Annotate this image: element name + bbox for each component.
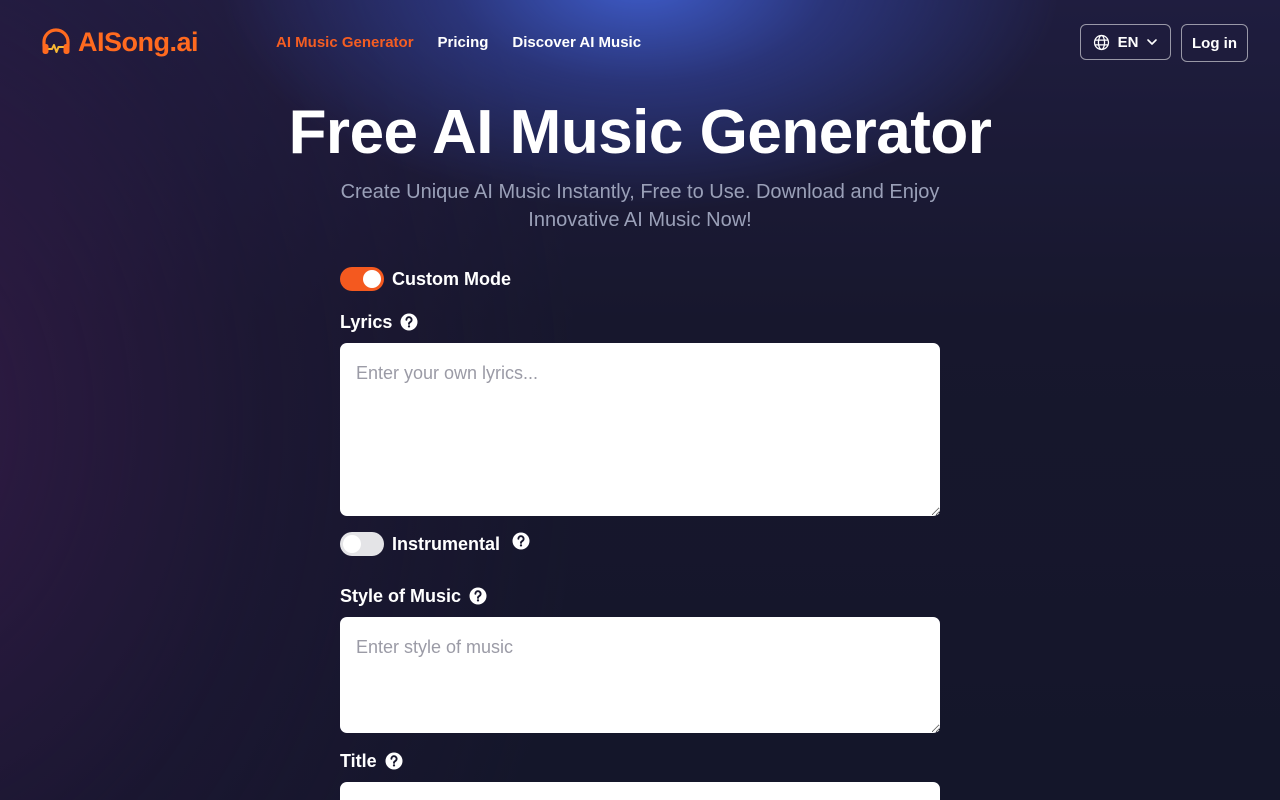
language-selector[interactable]: EN (1080, 24, 1171, 60)
help-icon[interactable] (385, 752, 403, 770)
title-input[interactable] (340, 782, 940, 800)
title-label-row: Title (340, 749, 403, 773)
globe-icon (1093, 34, 1109, 50)
music-generator-form: Custom Mode Lyrics Instrumental Style of… (340, 266, 940, 800)
style-input[interactable] (340, 617, 940, 733)
help-icon[interactable] (512, 532, 530, 550)
lyrics-input[interactable] (340, 343, 940, 516)
help-icon[interactable] (400, 313, 418, 331)
language-label: EN (1117, 33, 1139, 51)
style-label-row: Style of Music (340, 584, 487, 608)
nav-item-pricing[interactable]: Pricing (438, 34, 489, 51)
toggle-knob (363, 270, 381, 288)
brand-logo[interactable]: AISong.ai (40, 24, 199, 60)
chevron-down-icon (1147, 39, 1158, 45)
nav-item-ai-music-generator[interactable]: AI Music Generator (276, 34, 414, 51)
custom-mode-toggle[interactable] (340, 267, 384, 291)
brand-name: AISong.ai (78, 26, 199, 57)
lyrics-label-row: Lyrics (340, 310, 418, 334)
lyrics-label: Lyrics (340, 311, 393, 332)
instrumental-row: Instrumental (340, 531, 530, 557)
custom-mode-row: Custom Mode (340, 266, 940, 292)
site-header: AISong.ai AI Music Generator Pricing Dis… (0, 0, 1280, 86)
page-title: Free AI Music Generator (288, 98, 992, 167)
custom-mode-label: Custom Mode (392, 268, 511, 289)
login-button[interactable]: Log in (1181, 24, 1248, 62)
page-subtitle: Create Unique AI Music Instantly, Free t… (340, 181, 940, 231)
title-label: Title (340, 750, 377, 771)
toggle-knob (343, 535, 361, 553)
instrumental-label: Instrumental (392, 533, 501, 554)
instrumental-toggle[interactable] (340, 532, 384, 556)
style-label: Style of Music (340, 585, 462, 606)
nav-item-discover-ai-music[interactable]: Discover AI Music (512, 34, 641, 51)
help-icon[interactable] (469, 587, 487, 605)
main-nav: AI Music Generator Pricing Discover AI M… (276, 34, 641, 51)
headphones-icon (42, 28, 70, 54)
